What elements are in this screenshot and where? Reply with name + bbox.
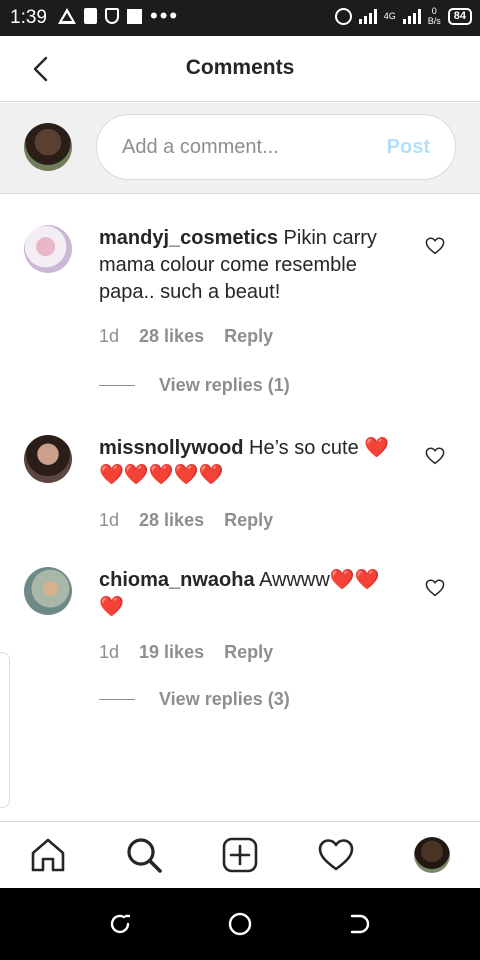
recent-apps-icon[interactable] bbox=[108, 912, 132, 936]
signal-icon bbox=[358, 8, 377, 24]
header: Comments bbox=[0, 36, 480, 102]
signal-icon-2 bbox=[402, 8, 421, 24]
home-icon[interactable] bbox=[29, 836, 67, 874]
reply-button[interactable]: Reply bbox=[224, 510, 273, 531]
battery-indicator: 84 bbox=[447, 7, 472, 25]
shield-icon bbox=[105, 8, 119, 24]
comment-composer: Add a comment... Post bbox=[0, 103, 480, 194]
comment-username[interactable]: mandyj_cosmetics bbox=[99, 227, 278, 249]
comment-body: missnollywood He’s so cute ❤️❤️❤️❤️❤️❤️ bbox=[99, 435, 399, 489]
view-replies-label[interactable]: View replies (1) bbox=[159, 375, 290, 396]
commenter-avatar[interactable] bbox=[24, 225, 72, 273]
comment-meta: 1d 19 likes Reply bbox=[99, 642, 273, 663]
replies-divider bbox=[99, 699, 135, 700]
view-replies[interactable]: View replies (1) bbox=[99, 375, 290, 396]
bottom-tab-bar bbox=[0, 821, 480, 888]
comment-likes[interactable]: 28 likes bbox=[139, 510, 204, 531]
view-replies[interactable]: View replies (3) bbox=[99, 689, 290, 710]
comment-time: 1d bbox=[99, 642, 120, 662]
comment-body: mandyj_cosmetics Pikin carry mama colour… bbox=[99, 225, 399, 306]
net-speed-unit: B/s bbox=[427, 16, 441, 26]
comment-meta: 1d 28 likes Reply bbox=[99, 326, 273, 347]
profile-avatar[interactable] bbox=[414, 837, 450, 873]
shopping-bag-icon bbox=[84, 8, 97, 24]
add-post-icon[interactable] bbox=[221, 836, 259, 874]
back-icon[interactable] bbox=[348, 912, 372, 936]
more-notifications-icon: ••• bbox=[150, 3, 180, 28]
comment-body: chioma_nwaoha Awwww❤️❤️❤️ bbox=[99, 567, 399, 621]
comment-username[interactable]: chioma_nwaoha bbox=[99, 569, 255, 591]
comment-likes[interactable]: 28 likes bbox=[139, 326, 204, 347]
status-right: 4G 0 B/s 84 bbox=[334, 6, 472, 26]
comment-likes[interactable]: 19 likes bbox=[139, 642, 204, 663]
side-overlay-edge bbox=[0, 652, 10, 808]
status-time: 1:39 bbox=[10, 7, 47, 28]
home-circle-icon[interactable] bbox=[228, 912, 252, 936]
current-user-avatar bbox=[24, 123, 72, 171]
system-navigation-bar bbox=[0, 888, 480, 960]
page-title: Comments bbox=[185, 56, 295, 79]
commenter-avatar[interactable] bbox=[24, 567, 72, 615]
comment-time: 1d bbox=[99, 510, 120, 530]
search-icon[interactable] bbox=[125, 836, 163, 874]
status-bar: 1:39 ••• 4G 0 B/s 84 bbox=[0, 0, 480, 36]
like-heart-icon[interactable] bbox=[425, 447, 445, 465]
network-type: 4G bbox=[383, 11, 396, 21]
commenter-avatar[interactable] bbox=[24, 435, 72, 483]
reply-button[interactable]: Reply bbox=[224, 642, 273, 663]
comment-username[interactable]: missnollywood bbox=[99, 437, 243, 459]
post-button[interactable]: Post bbox=[387, 136, 430, 159]
triangle-notification-icon bbox=[58, 8, 76, 24]
comment-time: 1d bbox=[99, 326, 120, 346]
like-heart-icon[interactable] bbox=[425, 579, 445, 597]
net-speed: 0 B/s bbox=[428, 6, 441, 26]
reply-button[interactable]: Reply bbox=[224, 326, 273, 347]
net-speed-value: 0 bbox=[431, 6, 437, 16]
like-heart-icon[interactable] bbox=[425, 237, 445, 255]
comment-meta: 1d 28 likes Reply bbox=[99, 510, 273, 531]
replies-divider bbox=[99, 385, 135, 386]
alarm-icon bbox=[334, 7, 352, 25]
notification-icons: ••• bbox=[58, 3, 180, 28]
comment-input-placeholder: Add a comment... bbox=[122, 136, 279, 158]
square-notification-icon bbox=[127, 8, 142, 24]
activity-heart-icon[interactable] bbox=[317, 836, 355, 874]
view-replies-label[interactable]: View replies (3) bbox=[159, 689, 290, 710]
comment-input[interactable]: Add a comment... Post bbox=[96, 114, 456, 180]
